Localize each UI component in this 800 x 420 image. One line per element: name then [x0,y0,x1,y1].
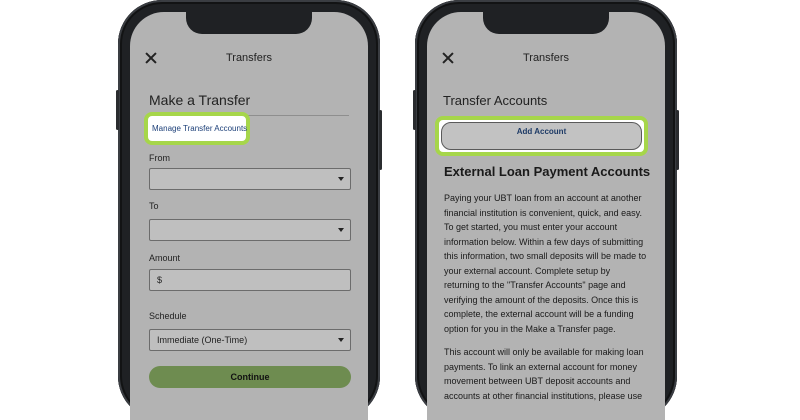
notch [186,12,312,34]
power-button [676,110,679,170]
to-label: To [149,201,159,211]
power-button [379,110,382,170]
continue-button[interactable]: Continue [149,366,351,388]
screen-right: Transfers Transfer Accounts External Loa… [427,12,665,420]
paragraph-1: Paying your UBT loan from an account at … [444,193,647,334]
header-title: Transfers [522,52,570,64]
page-title: Transfer Accounts [443,93,548,108]
to-select[interactable] [149,219,351,241]
amount-label: Amount [149,253,181,263]
header: Transfers [130,50,368,68]
header: Transfers [427,50,665,68]
chevron-down-icon [338,177,344,181]
volume-button [116,90,119,130]
schedule-select[interactable]: Immediate (One-Time) [149,329,351,351]
from-select[interactable] [149,168,351,190]
chevron-down-icon [338,338,344,342]
schedule-label: Schedule [149,311,187,321]
chevron-down-icon [338,228,344,232]
schedule-value: Immediate (One-Time) [157,335,248,345]
amount-value: $ [157,275,163,285]
screen-left: Transfers Make a Transfer From To Amount… [130,12,368,420]
add-account-button[interactable]: Add Account [441,122,642,150]
amount-input[interactable]: $ [149,269,351,291]
manage-link-label: Manage Transfer Accounts [152,124,248,133]
notch [483,12,609,34]
manage-transfer-accounts-link[interactable]: Manage Transfer Accounts [144,112,250,145]
from-label: From [149,153,170,163]
volume-button [413,90,416,130]
add-account-highlight: Add Account [435,116,648,156]
page-title: Make a Transfer [149,92,251,108]
paragraph-2: This account will only be available for … [444,347,644,401]
header-title: Transfers [225,52,273,64]
phone-right: Transfers Transfer Accounts External Loa… [413,0,679,420]
section-title: External Loan Payment Accounts [444,164,651,179]
phone-left: Transfers Make a Transfer From To Amount… [116,0,382,420]
